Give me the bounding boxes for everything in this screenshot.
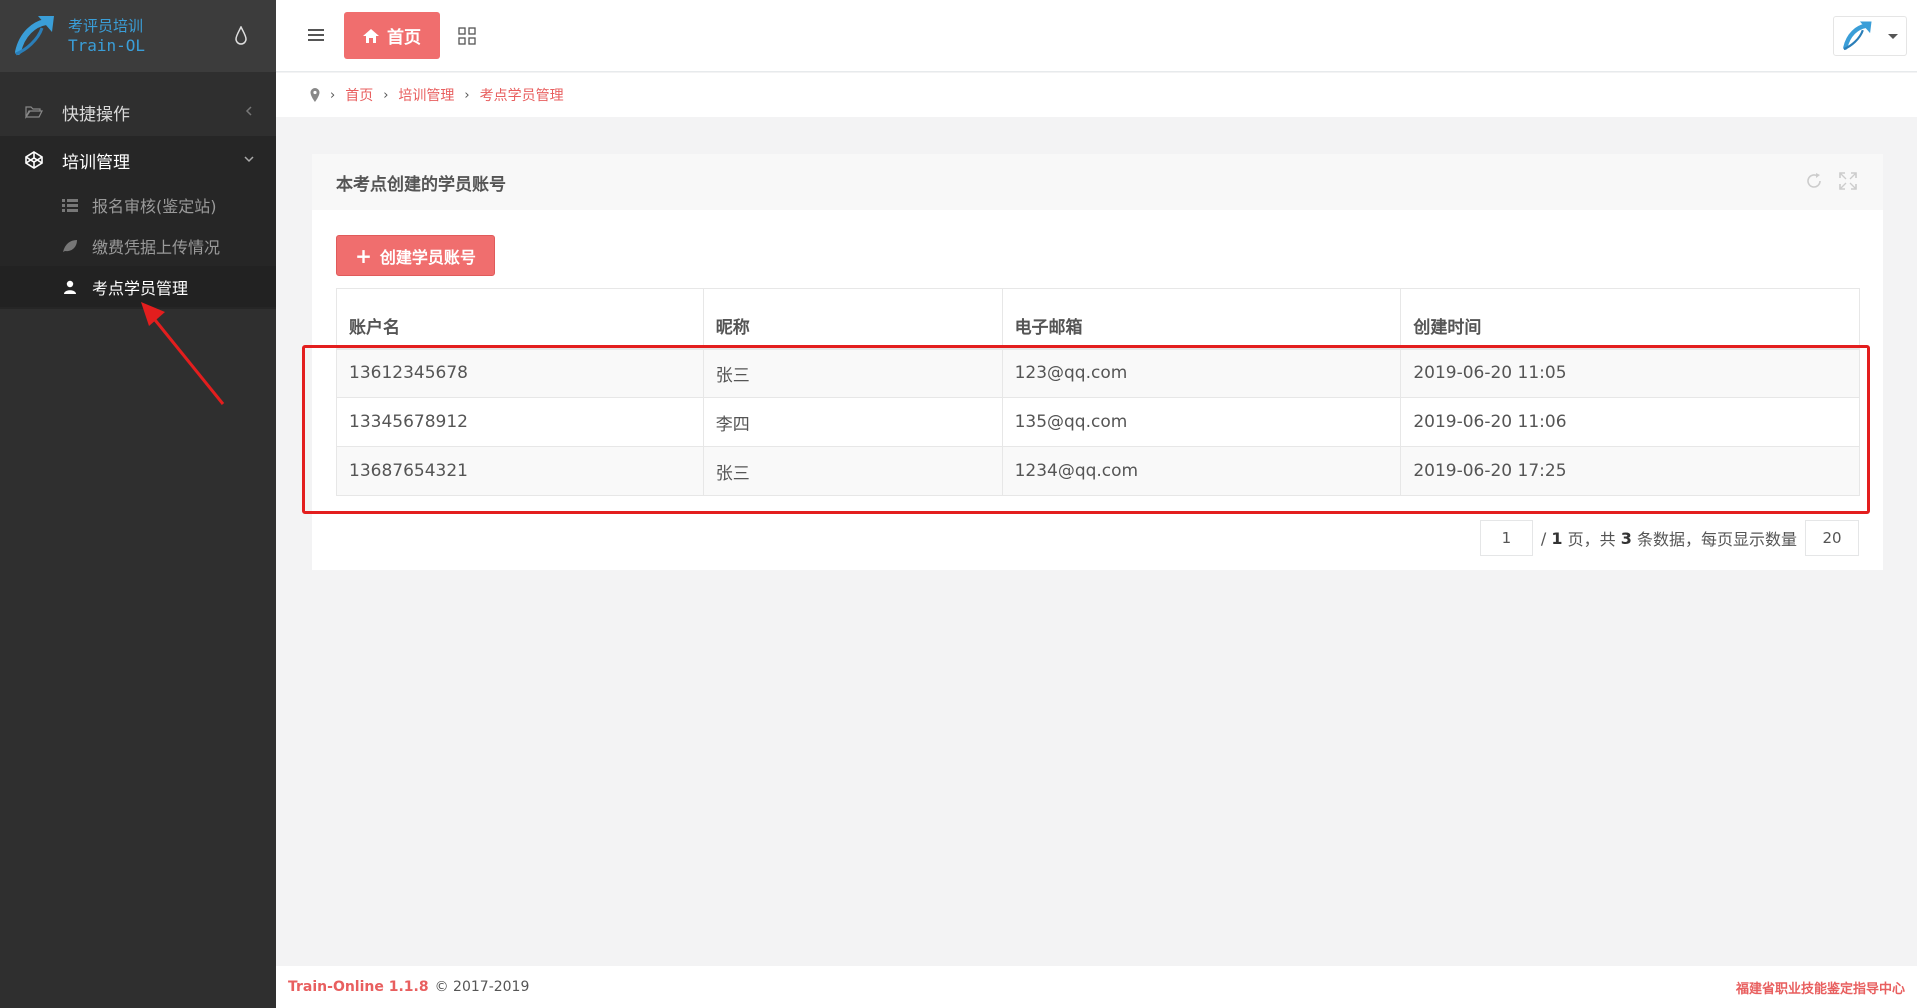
cell-nickname: 张三 bbox=[702, 348, 1003, 398]
panel-tools bbox=[1805, 172, 1857, 190]
column-header-email[interactable]: 电子邮箱 bbox=[1001, 288, 1401, 350]
chevron-down-icon bbox=[244, 156, 254, 163]
breadcrumb-training-management[interactable]: 培训管理 bbox=[398, 85, 454, 105]
sidebar: 考评员培训 Train-OL 快捷操作 培训管理 报名审核(鉴定站) 缴费凭据上… bbox=[0, 0, 276, 1008]
logo-text: 考评员培训 Train-OL bbox=[68, 16, 145, 56]
map-marker-icon bbox=[310, 88, 320, 102]
nav-item-training-management[interactable]: 培训管理 bbox=[0, 136, 276, 184]
tint-icon[interactable] bbox=[234, 26, 248, 46]
footer-brand: Train-Online 1.1.8 bbox=[288, 979, 429, 995]
cell-nickname: 张三 bbox=[702, 446, 1003, 496]
cell-nickname: 李四 bbox=[702, 397, 1003, 447]
sidebar-item-label: 考点学员管理 bbox=[92, 278, 189, 298]
table-row[interactable]: 13687654321 张三 1234@qq.com 2019-06-20 17… bbox=[336, 446, 1860, 496]
grid-apps-icon[interactable] bbox=[458, 27, 476, 45]
top-navbar: 首页 bbox=[276, 0, 1917, 72]
refresh-icon[interactable] bbox=[1805, 172, 1823, 190]
sidebar-item-registration-review[interactable]: 报名审核(鉴定站) bbox=[0, 184, 276, 225]
cell-created: 2019-06-20 11:06 bbox=[1400, 397, 1860, 447]
cell-created: 2019-06-20 11:05 bbox=[1400, 348, 1860, 398]
table-header-row: 账户名 昵称 电子邮箱 创建时间 bbox=[336, 288, 1860, 350]
breadcrumb-separator: › bbox=[464, 87, 470, 103]
caret-down-icon bbox=[1888, 33, 1898, 39]
nav-item-quick-actions[interactable]: 快捷操作 bbox=[0, 88, 276, 136]
total-items: 3 bbox=[1620, 528, 1632, 548]
cell-account: 13345678912 bbox=[336, 397, 704, 447]
sidebar-item-payment-upload[interactable]: 缴费凭据上传情况 bbox=[0, 225, 276, 266]
cell-account: 13612345678 bbox=[336, 348, 704, 398]
sidebar-item-label: 报名审核(鉴定站) bbox=[92, 196, 217, 216]
cell-created: 2019-06-20 17:25 bbox=[1400, 446, 1860, 496]
create-button-label: 创建学员账号 bbox=[379, 247, 476, 267]
plus-icon: + bbox=[355, 243, 372, 268]
footer-organization: 福建省职业技能鉴定指导中心 bbox=[1735, 981, 1905, 997]
home-tab-label: 首页 bbox=[387, 28, 421, 48]
logo[interactable]: 考评员培训 Train-OL bbox=[0, 0, 276, 72]
annotation-arrow-icon bbox=[141, 302, 225, 405]
menu-toggle-icon[interactable] bbox=[308, 28, 324, 42]
sidebar-item-label: 缴费凭据上传情况 bbox=[92, 237, 221, 257]
cell-email: 123@qq.com bbox=[1001, 348, 1401, 398]
codepen-icon bbox=[24, 150, 44, 170]
user-menu-dropdown[interactable] bbox=[1833, 16, 1907, 56]
student-accounts-panel: 本考点创建的学员账号 + 创建学员账号 账户名 昵称 电子邮箱 创建时间 136… bbox=[312, 154, 1883, 570]
panel-header: 本考点创建的学员账号 bbox=[312, 154, 1883, 210]
pager-text-page: 页，共 bbox=[1567, 530, 1616, 549]
create-student-account-button[interactable]: + 创建学员账号 bbox=[336, 235, 495, 276]
pager-text-items: 条数据，每页显示数量 bbox=[1636, 530, 1797, 549]
avatar bbox=[1843, 21, 1872, 51]
home-tab-button[interactable]: 首页 bbox=[344, 12, 440, 59]
column-header-created[interactable]: 创建时间 bbox=[1400, 288, 1860, 350]
breadcrumb-home[interactable]: 首页 bbox=[345, 85, 373, 105]
footer: Train-Online 1.1.8 © 2017-2019 福建省职业技能鉴定… bbox=[276, 966, 1917, 1008]
home-icon bbox=[363, 28, 379, 43]
total-pages: 1 bbox=[1551, 528, 1563, 548]
logo-en: Train-OL bbox=[68, 36, 146, 55]
nav-item-label: 快捷操作 bbox=[62, 104, 130, 125]
footer-copyright: © 2017-2019 bbox=[434, 979, 530, 995]
logo-cn: 考评员培训 bbox=[68, 17, 144, 35]
user-icon bbox=[62, 279, 78, 295]
leaf-icon bbox=[62, 238, 78, 254]
pagination: / 1 页，共 3 条数据，每页显示数量 bbox=[1479, 520, 1859, 556]
page-number-input[interactable] bbox=[1479, 520, 1533, 556]
logo-icon bbox=[15, 16, 54, 56]
submenu: 报名审核(鉴定站) 缴费凭据上传情况 考点学员管理 bbox=[0, 184, 276, 309]
cell-email: 135@qq.com bbox=[1001, 397, 1401, 447]
pager-separator: / bbox=[1540, 528, 1547, 548]
chevron-left-icon bbox=[245, 106, 252, 116]
breadcrumb-separator: › bbox=[330, 87, 336, 103]
nav-item-label: 培训管理 bbox=[62, 152, 130, 173]
table-row[interactable]: 13612345678 张三 123@qq.com 2019-06-20 11:… bbox=[336, 348, 1860, 398]
column-header-account[interactable]: 账户名 bbox=[336, 288, 704, 350]
student-accounts-table: 账户名 昵称 电子邮箱 创建时间 13612345678 张三 123@qq.c… bbox=[336, 288, 1860, 496]
list-icon bbox=[62, 197, 78, 213]
breadcrumb-student-management[interactable]: 考点学员管理 bbox=[480, 85, 564, 105]
column-header-nickname[interactable]: 昵称 bbox=[702, 288, 1003, 350]
breadcrumb-separator: › bbox=[383, 87, 389, 103]
breadcrumb: › 首页 › 培训管理 › 考点学员管理 bbox=[276, 73, 1917, 117]
page-size-input[interactable] bbox=[1805, 520, 1859, 556]
table-row[interactable]: 13345678912 李四 135@qq.com 2019-06-20 11:… bbox=[336, 397, 1860, 447]
cell-account: 13687654321 bbox=[336, 446, 704, 496]
cell-email: 1234@qq.com bbox=[1001, 446, 1401, 496]
folder-open-icon bbox=[24, 102, 44, 122]
fullscreen-icon[interactable] bbox=[1839, 172, 1857, 190]
panel-title: 本考点创建的学员账号 bbox=[336, 174, 506, 195]
